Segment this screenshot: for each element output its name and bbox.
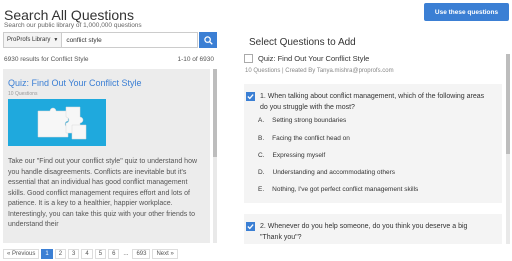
pagination: « Previous 1 2 3 4 5 6 ... 693 Next » <box>3 249 178 259</box>
pagination-page[interactable]: 4 <box>81 249 93 259</box>
question-card: 1. When talking about conflict managemen… <box>244 84 502 203</box>
questions-scrollbar[interactable] <box>506 54 510 244</box>
option-text: Setting strong boundaries <box>272 117 347 124</box>
question-text: 2. Whenever do you help someone, do you … <box>260 223 468 241</box>
pagination-next[interactable]: Next » <box>152 249 178 259</box>
results-scrollbar[interactable] <box>213 69 217 243</box>
quiz-meta: 10 Questions | Created By Tanya.mishra@p… <box>245 68 394 74</box>
result-question-count: 10 Questions <box>8 91 38 97</box>
select-questions-title: Select Questions to Add <box>249 37 356 48</box>
question-checkbox[interactable] <box>246 222 255 231</box>
option-letter: E. <box>258 186 265 193</box>
use-these-questions-button[interactable]: Use these questions <box>424 3 509 21</box>
result-description: Take our "Find out your conflict style" … <box>8 158 198 228</box>
chevron-down-icon: ▼ <box>53 37 59 43</box>
pagination-page[interactable]: 6 <box>108 249 120 259</box>
pagination-ellipsis: ... <box>121 249 131 259</box>
result-card[interactable]: Quiz: Find Out Your Conflict Style 10 Qu… <box>3 69 210 243</box>
question-text: 1. When talking about conflict managemen… <box>260 93 485 111</box>
answer-option: D. Understanding and accommodating other… <box>258 169 395 176</box>
option-text: Nothing, I've got perfect conflict manag… <box>272 186 419 193</box>
option-letter: A. <box>258 117 265 124</box>
pagination-page[interactable]: 3 <box>68 249 80 259</box>
pagination-previous[interactable]: « Previous <box>3 249 40 259</box>
library-select-label: ProProfs Library <box>7 37 51 43</box>
result-title[interactable]: Quiz: Find Out Your Conflict Style <box>8 78 142 88</box>
pagination-page-last[interactable]: 693 <box>132 249 151 259</box>
check-icon <box>247 224 254 230</box>
puzzle-thumbnail-graphic <box>8 99 106 146</box>
option-letter: D. <box>258 169 265 176</box>
option-text: Facing the conflict head on <box>272 135 350 142</box>
option-letter: B. <box>258 135 265 142</box>
answer-option: B. Facing the conflict head on <box>258 135 350 142</box>
search-icon <box>203 35 213 45</box>
answer-option: C. Expressing myself <box>258 152 325 159</box>
answer-option: A. Setting strong boundaries <box>258 117 346 124</box>
pagination-page[interactable]: 5 <box>94 249 107 259</box>
answer-option: E. Nothing, I've got perfect conflict ma… <box>258 186 418 193</box>
questions-list: 1. When talking about conflict managemen… <box>244 84 502 244</box>
search-panel: Search All Questions Search our public l… <box>0 0 220 261</box>
scrollbar-thumb[interactable] <box>506 54 510 154</box>
select-all-checkbox[interactable] <box>244 54 253 63</box>
scrollbar-thumb[interactable] <box>213 69 217 157</box>
pagination-page[interactable]: 1 <box>41 249 53 259</box>
search-bar: ProProfs Library ▼ <box>3 32 198 48</box>
question-card: 2. Whenever do you help someone, do you … <box>244 214 502 244</box>
option-text: Expressing myself <box>272 152 326 159</box>
option-text: Understanding and accommodating others <box>272 169 396 176</box>
quiz-title: Quiz: Find Out Your Conflict Style <box>258 54 370 63</box>
quiz-header: Quiz: Find Out Your Conflict Style 10 Qu… <box>244 54 504 74</box>
page-subtitle: Search our public library of 1,000,000 q… <box>4 22 142 29</box>
pagination-page[interactable]: 2 <box>54 249 67 259</box>
results-summary-row: 6930 results for Conflict Style 1-10 of … <box>4 56 214 63</box>
search-button[interactable] <box>199 32 217 48</box>
results-count: 6930 results for Conflict Style <box>4 56 89 63</box>
check-icon <box>247 94 254 100</box>
question-checkbox[interactable] <box>246 92 255 101</box>
page-title: Search All Questions <box>4 7 134 23</box>
search-input[interactable] <box>62 36 183 44</box>
quiz-thumbnail-image <box>8 99 106 146</box>
library-select[interactable]: ProProfs Library ▼ <box>4 33 63 47</box>
option-letter: C. <box>258 152 265 159</box>
selection-panel: Use these questions Select Questions to … <box>240 0 512 261</box>
results-range: 1-10 of 6930 <box>177 56 214 63</box>
